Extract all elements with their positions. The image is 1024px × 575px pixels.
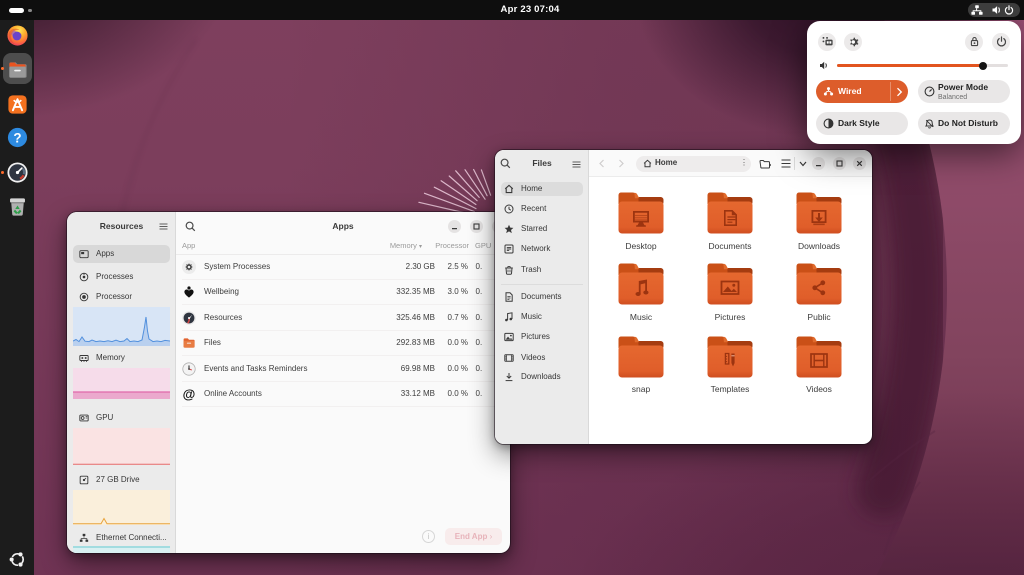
svg-text:Desktop: Desktop (625, 241, 656, 251)
svg-text:Music: Music (630, 312, 653, 322)
svg-text:Videos: Videos (806, 384, 832, 394)
svg-text:Downloads: Downloads (798, 241, 840, 251)
svg-text:Pictures: Pictures (715, 312, 746, 322)
svg-text:Public: Public (807, 312, 831, 322)
svg-text:snap: snap (632, 384, 651, 394)
svg-text:@: @ (183, 387, 196, 401)
svg-text:Documents: Documents (709, 241, 752, 251)
svg-text:?: ? (13, 130, 21, 145)
svg-text:Templates: Templates (711, 384, 750, 394)
